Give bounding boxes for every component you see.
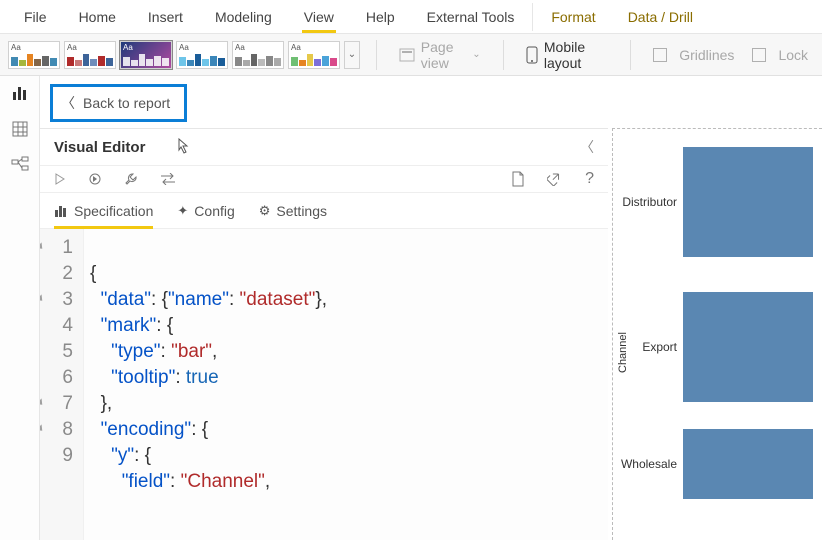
chevron-down-icon: ⌄ (472, 49, 480, 60)
gridlines-label: Gridlines (679, 47, 734, 63)
bar (683, 292, 813, 402)
repair-button[interactable] (124, 172, 138, 186)
theme-aa: Aa (179, 43, 189, 52)
mobile-icon (525, 47, 538, 63)
theme-aa: Aa (11, 43, 21, 52)
collapse-pane-button[interactable]: 〈 (580, 137, 594, 157)
tab-config[interactable]: ✦ Config (177, 193, 234, 228)
editor-title: Visual Editor (54, 139, 145, 156)
theme-aa: Aa (123, 43, 133, 52)
mobile-layout-label: Mobile layout (544, 39, 609, 71)
theme-swatch-selected[interactable]: Aa (120, 41, 172, 69)
bar-row: Export (613, 274, 822, 419)
tab-label: Config (194, 203, 234, 219)
wand-icon: ✦ (177, 203, 188, 219)
theme-swatch[interactable]: Aa (64, 41, 116, 69)
chart-preview: Channel Distributor Export Wholesale (612, 128, 822, 540)
data-view-icon[interactable] (11, 120, 29, 138)
menu-format[interactable]: Format (535, 0, 611, 33)
tab-label: Settings (276, 203, 327, 219)
bar (683, 429, 813, 499)
page-view-icon (399, 47, 415, 63)
theme-gallery: Aa Aa Aa Aa Aa Aa ⌄ (8, 41, 360, 69)
menu-external-tools[interactable]: External Tools (411, 0, 531, 33)
lock-toggle[interactable]: Lock (746, 41, 814, 69)
tab-settings[interactable]: ⚙ Settings (259, 193, 327, 228)
y-axis-label: Channel (617, 332, 629, 373)
menu-file[interactable]: File (8, 0, 63, 33)
menu-modeling[interactable]: Modeling (199, 0, 288, 33)
bar-row: Distributor (613, 129, 822, 274)
chevron-left-icon: 〈 (61, 93, 75, 113)
theme-swatch[interactable]: Aa (176, 41, 228, 69)
code-editor[interactable]: 1 2 3 4 5 6 7 8 9 { "data": {"name": "da… (40, 229, 608, 540)
ribbon: Aa Aa Aa Aa Aa Aa ⌄ Page view ⌄ Mobile l… (0, 34, 822, 76)
mobile-layout-button[interactable]: Mobile layout (519, 41, 614, 69)
menu-home[interactable]: Home (63, 0, 132, 33)
back-label: Back to report (83, 95, 170, 111)
report-view-icon[interactable] (11, 84, 29, 102)
model-view-icon[interactable] (11, 156, 29, 174)
menu-bar: File Home Insert Modeling View Help Exte… (0, 0, 822, 34)
theme-aa: Aa (67, 43, 77, 52)
parse-button[interactable] (88, 172, 102, 186)
theme-aa: Aa (235, 43, 245, 52)
category-label: Wholesale (613, 457, 683, 471)
bar-row: Wholesale (613, 419, 822, 509)
new-spec-button[interactable] (511, 171, 525, 187)
menu-insert[interactable]: Insert (132, 0, 199, 33)
back-to-report-button[interactable]: 〈 Back to report (50, 84, 187, 122)
cursor-icon (175, 138, 191, 156)
gear-icon: ⚙ (259, 203, 271, 219)
left-rail (0, 76, 40, 540)
tab-specification[interactable]: Specification (54, 193, 153, 228)
lock-label: Lock (778, 47, 808, 63)
checkbox-icon (752, 48, 766, 62)
theme-aa: Aa (291, 43, 301, 52)
page-view-label: Page view (421, 39, 464, 71)
theme-swatch[interactable]: Aa (288, 41, 340, 69)
theme-swatch[interactable]: Aa (232, 41, 284, 69)
code-text[interactable]: { "data": {"name": "dataset"}, "mark": {… (84, 229, 327, 540)
menu-data-drill[interactable]: Data / Drill (612, 0, 709, 33)
gridlines-toggle[interactable]: Gridlines (647, 41, 740, 69)
theme-more-button[interactable]: ⌄ (344, 41, 360, 69)
run-button[interactable] (54, 173, 66, 185)
menu-view[interactable]: View (288, 0, 350, 33)
chart-icon (54, 204, 68, 218)
page-view-button[interactable]: Page view ⌄ (393, 41, 487, 69)
help-button[interactable]: ? (585, 170, 594, 188)
category-label: Distributor (613, 195, 683, 209)
swap-button[interactable] (160, 173, 176, 185)
checkbox-icon (653, 48, 667, 62)
tab-label: Specification (74, 203, 153, 219)
bar (683, 147, 813, 257)
menu-help[interactable]: Help (350, 0, 411, 33)
theme-swatch[interactable]: Aa (8, 41, 60, 69)
export-button[interactable] (547, 172, 563, 186)
line-gutter: 1 2 3 4 5 6 7 8 9 (40, 229, 84, 540)
